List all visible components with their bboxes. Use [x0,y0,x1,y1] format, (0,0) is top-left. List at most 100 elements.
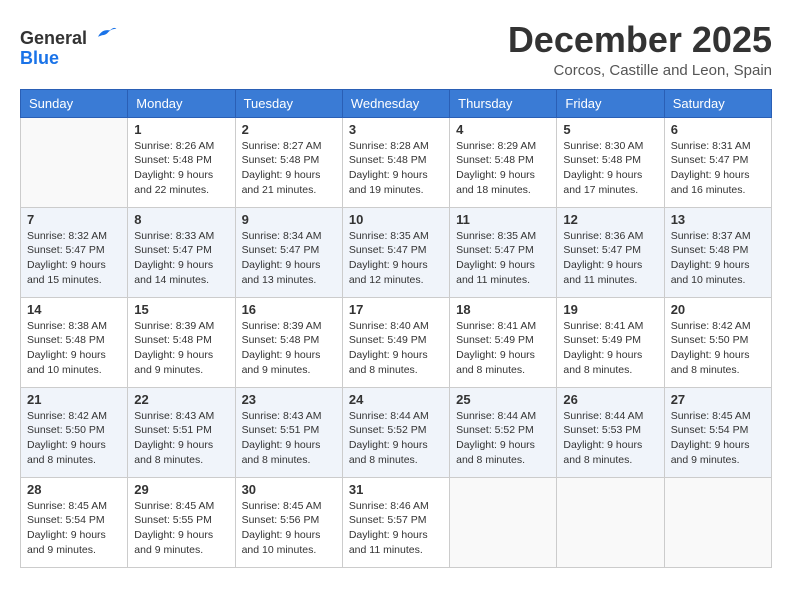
day-number: 13 [671,212,765,227]
day-info: Sunrise: 8:41 AMSunset: 5:49 PMDaylight:… [563,319,657,378]
col-header-sunday: Sunday [21,89,128,117]
day-info: Sunrise: 8:44 AMSunset: 5:52 PMDaylight:… [349,409,443,468]
day-number: 2 [242,122,336,137]
day-info: Sunrise: 8:31 AMSunset: 5:47 PMDaylight:… [671,139,765,198]
day-number: 19 [563,302,657,317]
logo-text: General [20,20,118,49]
calendar-week-row: 21 Sunrise: 8:42 AMSunset: 5:50 PMDayligh… [21,387,772,477]
day-number: 21 [27,392,121,407]
calendar-day-cell: 28 Sunrise: 8:45 AMSunset: 5:54 PMDayligh… [21,477,128,567]
day-info: Sunrise: 8:39 AMSunset: 5:48 PMDaylight:… [134,319,228,378]
col-header-tuesday: Tuesday [235,89,342,117]
day-number: 6 [671,122,765,137]
col-header-friday: Friday [557,89,664,117]
calendar-day-cell: 17 Sunrise: 8:40 AMSunset: 5:49 PMDayligh… [342,297,449,387]
calendar-day-cell: 1 Sunrise: 8:26 AMSunset: 5:48 PMDaylight… [128,117,235,207]
day-number: 3 [349,122,443,137]
location-subtitle: Corcos, Castille and Leon, Spain [508,62,772,79]
calendar-day-cell: 30Sunrise: 8:45 AMSunset: 5:56 PMDayligh… [235,477,342,567]
day-info: Sunrise: 8:35 AMSunset: 5:47 PMDaylight:… [349,229,443,288]
calendar-day-cell: 11 Sunrise: 8:35 AMSunset: 5:47 PMDayligh… [450,207,557,297]
calendar-header-row: SundayMondayTuesdayWednesdayThursdayFrid… [21,89,772,117]
calendar-day-cell: 25Sunrise: 8:44 AMSunset: 5:52 PMDayligh… [450,387,557,477]
day-info: Sunrise: 8:28 AMSunset: 5:48 PMDaylight:… [349,139,443,198]
col-header-thursday: Thursday [450,89,557,117]
day-number: 1 [134,122,228,137]
day-number: 9 [242,212,336,227]
calendar-week-row: 1 Sunrise: 8:26 AMSunset: 5:48 PMDaylight… [21,117,772,207]
month-title: December 2025 [508,20,772,60]
calendar-day-cell: 22 Sunrise: 8:43 AMSunset: 5:51 PMDayligh… [128,387,235,477]
logo-blue-text: Blue [20,49,118,69]
calendar-day-cell: 26 Sunrise: 8:44 AMSunset: 5:53 PMDayligh… [557,387,664,477]
day-info: Sunrise: 8:29 AMSunset: 5:48 PMDaylight:… [456,139,550,198]
day-number: 15 [134,302,228,317]
col-header-monday: Monday [128,89,235,117]
day-number: 7 [27,212,121,227]
day-info: Sunrise: 8:43 AMSunset: 5:51 PMDaylight:… [134,409,228,468]
calendar-day-cell: 19 Sunrise: 8:41 AMSunset: 5:49 PMDayligh… [557,297,664,387]
day-info: Sunrise: 8:45 AMSunset: 5:56 PMDaylight:… [242,499,336,558]
day-info: Sunrise: 8:36 AMSunset: 5:47 PMDaylight:… [563,229,657,288]
calendar-day-cell: 21 Sunrise: 8:42 AMSunset: 5:50 PMDayligh… [21,387,128,477]
calendar-day-cell: 10 Sunrise: 8:35 AMSunset: 5:47 PMDayligh… [342,207,449,297]
calendar-day-cell: 6 Sunrise: 8:31 AMSunset: 5:47 PMDaylight… [664,117,771,207]
day-info: Sunrise: 8:46 AMSunset: 5:57 PMDaylight:… [349,499,443,558]
day-number: 22 [134,392,228,407]
day-info: Sunrise: 8:45 AMSunset: 5:54 PMDaylight:… [671,409,765,468]
day-number: 27 [671,392,765,407]
day-info: Sunrise: 8:41 AMSunset: 5:49 PMDaylight:… [456,319,550,378]
day-info: Sunrise: 8:42 AMSunset: 5:50 PMDaylight:… [27,409,121,468]
calendar-week-row: 14 Sunrise: 8:38 AMSunset: 5:48 PMDayligh… [21,297,772,387]
day-number: 11 [456,212,550,227]
calendar-day-cell: 24 Sunrise: 8:44 AMSunset: 5:52 PMDayligh… [342,387,449,477]
day-info: Sunrise: 8:44 AMSunset: 5:53 PMDaylight:… [563,409,657,468]
day-info: Sunrise: 8:43 AMSunset: 5:51 PMDaylight:… [242,409,336,468]
calendar-week-row: 28 Sunrise: 8:45 AMSunset: 5:54 PMDayligh… [21,477,772,567]
day-number: 28 [27,482,121,497]
title-block: December 2025 Corcos, Castille and Leon,… [508,20,772,79]
day-number: 16 [242,302,336,317]
calendar-day-cell: 5Sunrise: 8:30 AMSunset: 5:48 PMDaylight… [557,117,664,207]
calendar-day-cell: 9Sunrise: 8:34 AMSunset: 5:47 PMDaylight… [235,207,342,297]
day-number: 24 [349,392,443,407]
calendar-day-cell: 27 Sunrise: 8:45 AMSunset: 5:54 PMDayligh… [664,387,771,477]
logo: General Blue [20,20,118,69]
empty-cell [557,477,664,567]
day-info: Sunrise: 8:26 AMSunset: 5:48 PMDaylight:… [134,139,228,198]
calendar-day-cell: 7 Sunrise: 8:32 AMSunset: 5:47 PMDaylight… [21,207,128,297]
day-number: 4 [456,122,550,137]
day-number: 18 [456,302,550,317]
calendar-day-cell: 18 Sunrise: 8:41 AMSunset: 5:49 PMDayligh… [450,297,557,387]
calendar-day-cell: 13 Sunrise: 8:37 AMSunset: 5:48 PMDayligh… [664,207,771,297]
day-number: 10 [349,212,443,227]
calendar-week-row: 7 Sunrise: 8:32 AMSunset: 5:47 PMDaylight… [21,207,772,297]
day-number: 8 [134,212,228,227]
empty-cell [450,477,557,567]
day-number: 5 [563,122,657,137]
day-number: 17 [349,302,443,317]
calendar-day-cell: 3 Sunrise: 8:28 AMSunset: 5:48 PMDaylight… [342,117,449,207]
day-info: Sunrise: 8:35 AMSunset: 5:47 PMDaylight:… [456,229,550,288]
day-number: 29 [134,482,228,497]
day-info: Sunrise: 8:27 AMSunset: 5:48 PMDaylight:… [242,139,336,198]
day-number: 25 [456,392,550,407]
logo-bird-icon [94,20,118,44]
calendar-day-cell: 8 Sunrise: 8:33 AMSunset: 5:47 PMDaylight… [128,207,235,297]
day-info: Sunrise: 8:40 AMSunset: 5:49 PMDaylight:… [349,319,443,378]
col-header-wednesday: Wednesday [342,89,449,117]
empty-cell [664,477,771,567]
day-number: 26 [563,392,657,407]
day-info: Sunrise: 8:45 AMSunset: 5:54 PMDaylight:… [27,499,121,558]
calendar-day-cell: 29Sunrise: 8:45 AMSunset: 5:55 PMDayligh… [128,477,235,567]
day-info: Sunrise: 8:37 AMSunset: 5:48 PMDaylight:… [671,229,765,288]
calendar-day-cell: 16Sunrise: 8:39 AMSunset: 5:48 PMDayligh… [235,297,342,387]
day-number: 12 [563,212,657,227]
page-header: General Blue December 2025 Corcos, Casti… [20,20,772,79]
day-info: Sunrise: 8:33 AMSunset: 5:47 PMDaylight:… [134,229,228,288]
day-info: Sunrise: 8:32 AMSunset: 5:47 PMDaylight:… [27,229,121,288]
calendar-day-cell: 15 Sunrise: 8:39 AMSunset: 5:48 PMDayligh… [128,297,235,387]
day-info: Sunrise: 8:38 AMSunset: 5:48 PMDaylight:… [27,319,121,378]
calendar-table: SundayMondayTuesdayWednesdayThursdayFrid… [20,89,772,568]
day-number: 14 [27,302,121,317]
